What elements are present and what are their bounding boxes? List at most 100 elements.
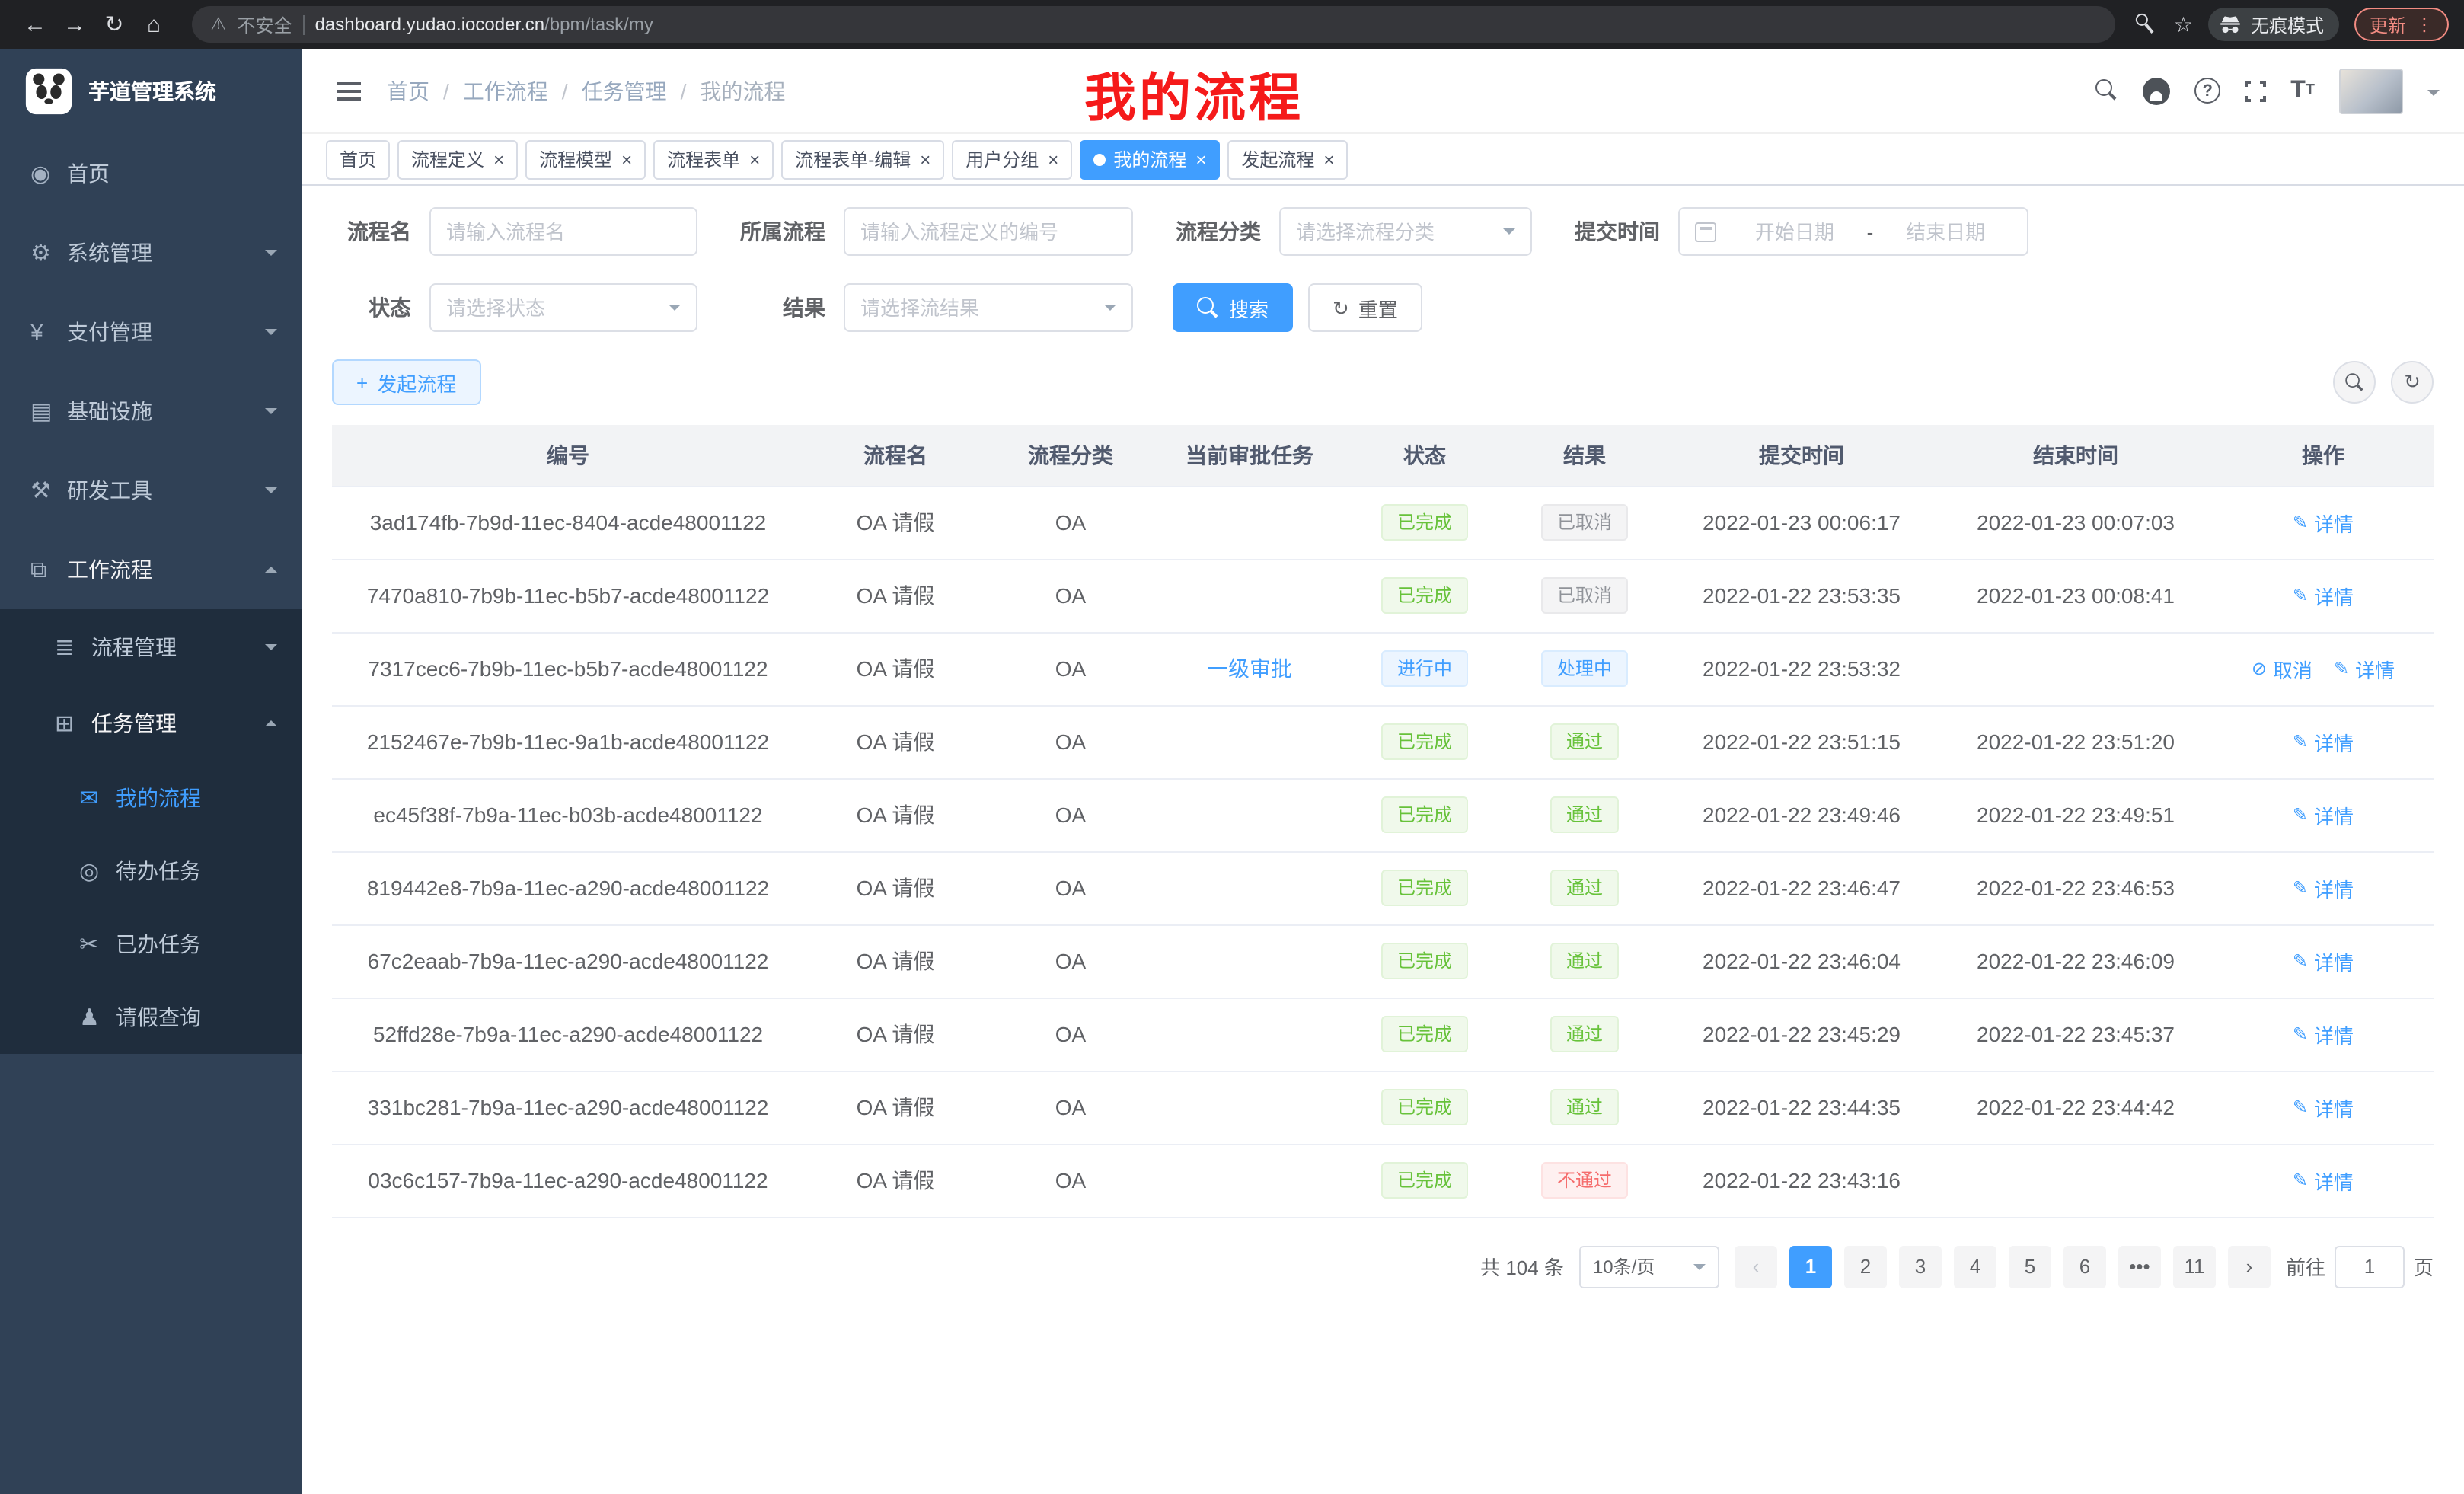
detail-button[interactable]: ✎详情 xyxy=(2334,654,2395,683)
detail-button[interactable]: ✎详情 xyxy=(2293,508,2354,537)
result-select[interactable] xyxy=(844,283,1133,332)
sidebar-item-system[interactable]: ⚙系统管理 xyxy=(0,213,302,292)
table-row: 7470a810-7b9b-11ec-b5b7-acde48001122OA 请… xyxy=(332,559,2434,632)
process-owner-input[interactable] xyxy=(860,220,1116,243)
tab-item[interactable]: 发起流程× xyxy=(1227,139,1348,179)
cancel-button[interactable]: ⊘取消 xyxy=(2252,654,2312,683)
page-button[interactable]: 4 xyxy=(1954,1245,1996,1288)
address-bar[interactable]: ⚠ 不安全 dashboard.yudao.iocoder.cn/bpm/tas… xyxy=(192,6,2116,43)
sidebar-item-payment[interactable]: ¥支付管理 xyxy=(0,292,302,372)
close-icon[interactable]: × xyxy=(1323,150,1334,168)
sidebar-item-done-task[interactable]: ✂已办任务 xyxy=(0,908,302,981)
search-button-label: 搜索 xyxy=(1229,293,1269,322)
update-button[interactable]: 更新 ⋮ xyxy=(2354,8,2449,41)
chevron-down-icon[interactable] xyxy=(2427,89,2440,101)
process-category-select-input[interactable] xyxy=(1296,220,1503,243)
sidebar-toggle-icon[interactable] xyxy=(326,68,372,113)
task-cell xyxy=(1154,924,1345,998)
more-pages-button[interactable]: ••• xyxy=(2118,1245,2161,1288)
show-search-button[interactable] xyxy=(2333,361,2376,404)
refresh-icon: ↻ xyxy=(1333,298,1349,318)
sidebar-item-process-mgmt[interactable]: ≣流程管理 xyxy=(0,609,302,685)
create-process-button[interactable]: +发起流程 xyxy=(332,359,480,405)
sidebar-item-leave-query[interactable]: ♟请假查询 xyxy=(0,981,302,1054)
reset-button-label: 重置 xyxy=(1358,293,1398,322)
next-page-button[interactable]: › xyxy=(2228,1245,2271,1288)
font-size-icon[interactable]: TT xyxy=(2290,77,2315,104)
result-select-input[interactable] xyxy=(860,296,1104,319)
page-button[interactable]: 6 xyxy=(2063,1245,2106,1288)
detail-button[interactable]: ✎详情 xyxy=(2293,1093,2354,1122)
sidebar-item-devtools[interactable]: ⚒研发工具 xyxy=(0,451,302,530)
tab-item[interactable]: 用户分组× xyxy=(952,139,1072,179)
end-date-input[interactable] xyxy=(1879,220,2012,243)
tab-item[interactable]: 流程定义× xyxy=(397,139,518,179)
close-icon[interactable]: × xyxy=(920,150,930,168)
start-date-input[interactable] xyxy=(1728,220,1861,243)
close-icon[interactable]: × xyxy=(1048,150,1058,168)
fullscreen-icon[interactable] xyxy=(2245,80,2266,101)
close-icon[interactable]: × xyxy=(621,150,632,168)
sidebar-item-todo-task[interactable]: ◎待办任务 xyxy=(0,835,302,908)
detail-button[interactable]: ✎详情 xyxy=(2293,947,2354,975)
process-name-label: 流程名 xyxy=(332,216,411,247)
process-category-label: 流程分类 xyxy=(1173,216,1261,247)
chevron-down-icon xyxy=(1693,1263,1706,1275)
password-key-icon[interactable] xyxy=(2129,7,2163,41)
page-jump-input[interactable] xyxy=(2335,1245,2405,1288)
page-button[interactable]: 3 xyxy=(1899,1245,1942,1288)
breadcrumb-task-management[interactable]: 任务管理 xyxy=(582,75,701,106)
prev-page-button[interactable]: ‹ xyxy=(1735,1245,1777,1288)
reset-button[interactable]: ↻ 重置 xyxy=(1308,283,1422,332)
result-cell: 通过 xyxy=(1505,998,1664,1071)
close-icon[interactable]: × xyxy=(1195,150,1206,168)
tab-item[interactable]: 流程模型× xyxy=(525,139,646,179)
breadcrumb-workflow[interactable]: 工作流程 xyxy=(463,75,582,106)
reload-icon[interactable]: ↻ xyxy=(94,5,134,44)
sidebar-item-workflow[interactable]: ⧉工作流程 xyxy=(0,530,302,609)
page-button[interactable]: 5 xyxy=(2009,1245,2051,1288)
date-range-picker[interactable]: - xyxy=(1678,207,2028,256)
github-icon[interactable] xyxy=(2143,77,2170,104)
submit-time-filter: 提交时间 - xyxy=(1572,207,2028,256)
process-category-select[interactable] xyxy=(1279,207,1532,256)
detail-button[interactable]: ✎详情 xyxy=(2293,581,2354,610)
tab-item[interactable]: 我的流程× xyxy=(1080,139,1220,179)
forward-icon[interactable]: → xyxy=(55,5,94,44)
sidebar-item-home[interactable]: ◉首页 xyxy=(0,134,302,213)
sidebar-item-infra[interactable]: ▤基础设施 xyxy=(0,372,302,451)
security-label[interactable]: 不安全 xyxy=(238,11,292,37)
detail-button[interactable]: ✎详情 xyxy=(2293,800,2354,829)
breadcrumb-home[interactable]: 首页 xyxy=(387,75,463,106)
detail-button[interactable]: ✎详情 xyxy=(2293,727,2354,756)
page-size-select[interactable]: 10条/页 xyxy=(1579,1245,1719,1288)
status-select[interactable] xyxy=(429,283,697,332)
help-icon[interactable]: ? xyxy=(2194,78,2220,104)
page-button[interactable]: 2 xyxy=(1844,1245,1887,1288)
back-icon[interactable]: ← xyxy=(15,5,55,44)
detail-button[interactable]: ✎详情 xyxy=(2293,1166,2354,1195)
tab-item[interactable]: 首页 xyxy=(326,139,390,179)
close-icon[interactable]: × xyxy=(749,150,760,168)
close-icon[interactable]: × xyxy=(493,150,504,168)
refresh-table-button[interactable]: ↻ xyxy=(2391,361,2434,404)
task-cell xyxy=(1154,851,1345,924)
process-name-input[interactable] xyxy=(446,220,681,243)
bookmark-star-icon[interactable]: ☆ xyxy=(2174,11,2193,37)
home-icon[interactable]: ⌂ xyxy=(134,5,174,44)
sidebar-item-task-mgmt[interactable]: ⊞任务管理 xyxy=(0,685,302,761)
tab-item[interactable]: 流程表单-编辑× xyxy=(781,139,944,179)
tab-item[interactable]: 流程表单× xyxy=(653,139,774,179)
page-button[interactable]: 11 xyxy=(2173,1245,2216,1288)
detail-button[interactable]: ✎详情 xyxy=(2293,873,2354,902)
status-select-input[interactable] xyxy=(446,296,669,319)
detail-button[interactable]: ✎详情 xyxy=(2293,1020,2354,1049)
avatar[interactable] xyxy=(2339,68,2403,113)
actions-cell: ✎详情 xyxy=(2213,1071,2434,1144)
search-button[interactable]: 搜索 xyxy=(1173,283,1293,332)
browser-menu-icon[interactable]: ⋮ xyxy=(2415,14,2434,35)
page-button[interactable]: 1 xyxy=(1789,1245,1832,1288)
task-link[interactable]: 一级审批 xyxy=(1207,656,1292,681)
sidebar-item-my-process[interactable]: ✉我的流程 xyxy=(0,761,302,835)
search-icon[interactable] xyxy=(2095,79,2118,102)
